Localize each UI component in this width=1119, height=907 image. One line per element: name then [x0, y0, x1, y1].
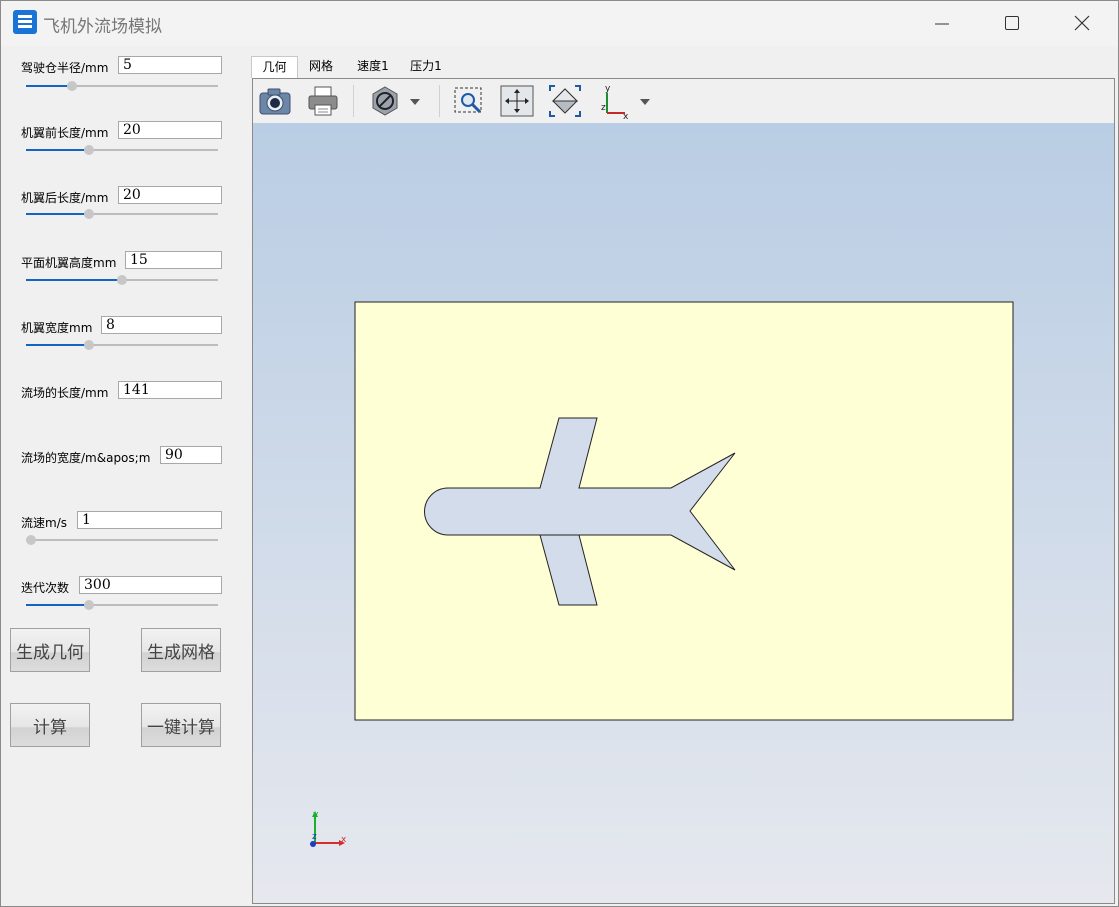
wing-front-length-slider[interactable] — [26, 145, 218, 155]
title-bar: 飞机外流场模拟 — [1, 1, 1118, 46]
wing-width-label: 机翼宽度mm — [21, 321, 93, 335]
viewer-toolbar: y z x — [252, 78, 1115, 123]
svg-text:z: z — [601, 103, 606, 113]
cockpit-radius-label: 驾驶仓半径/mm — [21, 61, 109, 75]
chevron-down-icon — [410, 99, 420, 105]
field-width-label: 流场的宽度/m&apos;m — [21, 451, 151, 465]
wing-width-input[interactable] — [101, 316, 222, 334]
display-mode-dropdown[interactable] — [407, 83, 423, 119]
wing-front-length-label: 机翼前长度/mm — [21, 126, 109, 140]
flow-speed-slider[interactable] — [26, 535, 218, 545]
orientation-axes: y z x — [310, 810, 347, 847]
z-axis-label: z — [312, 832, 317, 842]
wing-rear-length-slider[interactable] — [26, 209, 218, 219]
iterations-label: 迭代次数 — [21, 581, 70, 595]
tab-geometry[interactable]: 几何 — [251, 56, 298, 78]
pan-icon[interactable] — [499, 83, 535, 119]
print-icon[interactable] — [305, 83, 341, 119]
fit-view-icon[interactable] — [547, 83, 583, 119]
tab-mesh[interactable]: 网格 — [299, 56, 343, 77]
close-button[interactable] — [1047, 1, 1117, 46]
iterations-input[interactable] — [79, 576, 222, 594]
axes-icon[interactable]: y z x — [595, 83, 631, 122]
plane-wing-height-input[interactable] — [125, 251, 222, 269]
axes-dropdown[interactable] — [637, 83, 653, 119]
tab-pressure[interactable]: 压力1 — [403, 56, 449, 77]
tab-velocity[interactable]: 速度1 — [351, 56, 395, 77]
maximize-icon — [1005, 16, 1019, 30]
wing-rear-length-input[interactable] — [118, 186, 222, 204]
plane-wing-height-slider[interactable] — [26, 275, 218, 285]
chevron-down-icon — [640, 99, 650, 105]
wing-rear-length-label: 机翼后长度/mm — [21, 191, 109, 205]
cockpit-radius-slider[interactable] — [26, 81, 218, 91]
display-mode-icon[interactable] — [367, 83, 403, 119]
generate-mesh-button[interactable]: 生成网格 — [141, 628, 221, 672]
window-title: 飞机外流场模拟 — [43, 17, 162, 37]
svg-text:x: x — [623, 112, 629, 119]
wing-front-length-input[interactable] — [118, 121, 222, 139]
main-window: 飞机外流场模拟 驾驶仓半径/mm 机翼前长度/mm 机翼后长度/mm — [0, 0, 1119, 907]
zoom-box-icon[interactable] — [451, 83, 487, 119]
close-icon — [1074, 15, 1090, 31]
field-length-input[interactable] — [118, 381, 222, 399]
one-click-compute-button[interactable]: 一键计算 — [141, 703, 221, 747]
compute-button[interactable]: 计算 — [10, 703, 90, 747]
svg-text:y: y — [605, 84, 611, 94]
maximize-button[interactable] — [977, 1, 1047, 46]
minimize-icon — [935, 23, 949, 25]
x-axis-label: x — [341, 835, 347, 845]
plane-wing-height-label: 平面机翼高度mm — [21, 256, 117, 270]
generate-geometry-button[interactable]: 生成几何 — [10, 628, 90, 672]
field-length-label: 流场的长度/mm — [21, 386, 109, 400]
flow-speed-input[interactable] — [77, 511, 222, 529]
camera-icon[interactable] — [257, 83, 293, 119]
minimize-button[interactable] — [907, 1, 977, 46]
app-logo-icon — [13, 10, 37, 34]
field-width-input[interactable] — [160, 446, 222, 464]
cockpit-radius-input[interactable] — [118, 56, 222, 74]
flow-speed-label: 流速m/s — [21, 516, 67, 530]
render-viewport[interactable]: y z x — [252, 123, 1115, 904]
iterations-slider[interactable] — [26, 600, 218, 610]
wing-width-slider[interactable] — [26, 340, 218, 350]
y-axis-label: y — [313, 810, 319, 820]
